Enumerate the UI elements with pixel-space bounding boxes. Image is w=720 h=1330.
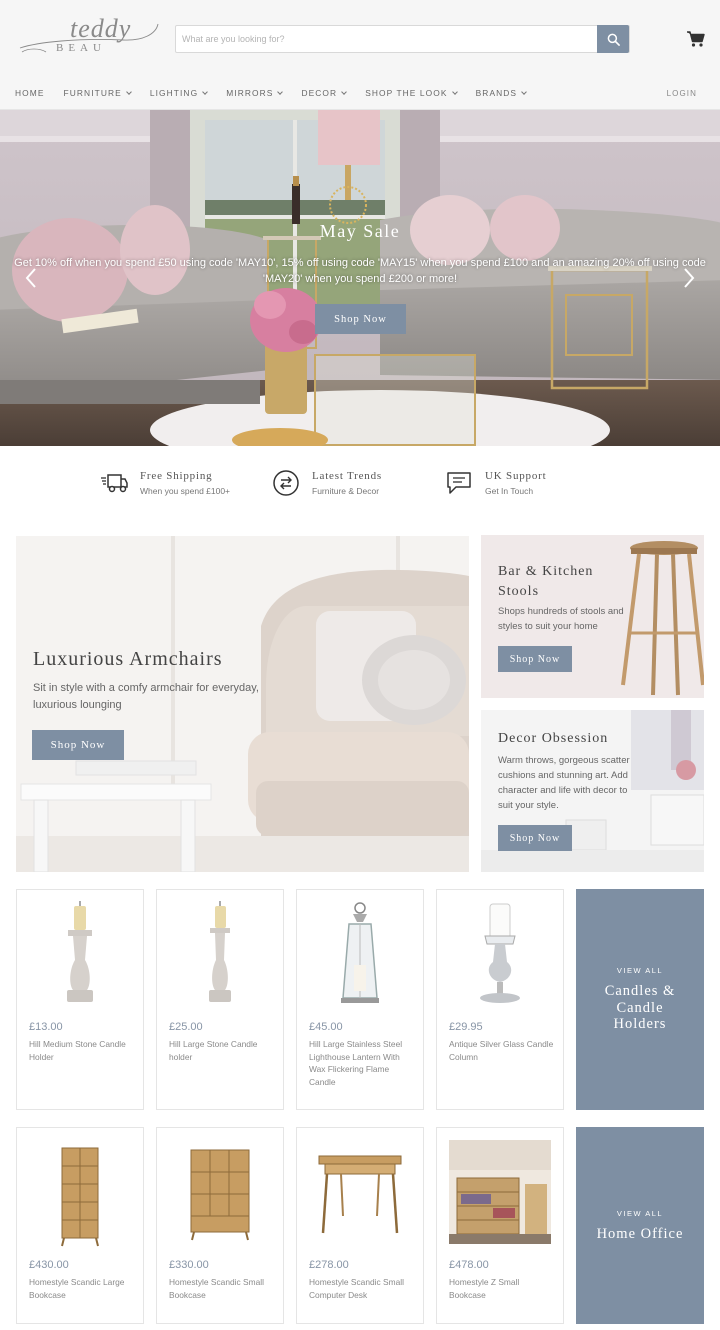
nav-item-lighting[interactable]: LIGHTING xyxy=(149,88,209,98)
product-price: £430.00 xyxy=(29,1259,69,1271)
chat-bubble-icon xyxy=(447,472,471,494)
view-all-label: VIEW ALL xyxy=(616,966,664,976)
product-price: £330.00 xyxy=(169,1259,209,1271)
bookcase-image xyxy=(190,1149,250,1241)
search-bar xyxy=(175,25,630,53)
product-card[interactable]: £45.00 Hill Large Stainless Steel Lighth… xyxy=(296,889,424,1110)
product-price: £45.00 xyxy=(309,1021,343,1033)
promo-text: Warm throws, gorgeous scatter cushions a… xyxy=(498,755,630,811)
promo-text: Sit in style with a comfy armchair for e… xyxy=(33,682,259,711)
nav-item-label: DECOR xyxy=(301,88,338,98)
search-button[interactable] xyxy=(597,25,629,53)
stone-candle-holder-image xyxy=(67,901,93,1002)
product-card[interactable]: £29.95 Antique Silver Glass Candle Colum… xyxy=(436,889,564,1110)
view-all-category: Candles & Candle Holders xyxy=(604,983,676,1033)
feature-title: Latest Trends xyxy=(312,470,382,482)
nav-item-label: MIRRORS xyxy=(226,88,274,98)
promo-shop-now-button[interactable]: Shop Now xyxy=(498,646,572,672)
view-all-home-office-button[interactable]: VIEW ALL Home Office xyxy=(576,1127,704,1324)
product-price: £13.00 xyxy=(29,1021,63,1033)
product-card[interactable]: £478.00 Homestyle Z Small Bookcase xyxy=(436,1127,564,1324)
promo-bar-stools[interactable]: Bar & Kitchen Stools Shops hundreds of s… xyxy=(481,535,704,698)
product-card[interactable]: £13.00 Hill Medium Stone Candle Holder xyxy=(16,889,144,1110)
chevron-left-icon xyxy=(25,268,36,288)
product-name: Homestyle Scandic Small Computer Desk xyxy=(309,1277,404,1300)
product-name: Homestyle Scandic Large Bookcase xyxy=(29,1277,125,1300)
product-name: Hill Large Stainless Steel Lighthouse La… xyxy=(309,1039,403,1087)
view-all-category: Home Office xyxy=(596,1225,684,1242)
product-card[interactable]: £278.00 Homestyle Scandic Small Computer… xyxy=(296,1127,424,1324)
view-all-label: VIEW ALL xyxy=(616,1208,664,1218)
product-price: £478.00 xyxy=(449,1259,489,1271)
stone-candle-holder-image xyxy=(209,901,231,1002)
feature-title: Free Shipping xyxy=(140,470,213,482)
chevron-down-icon xyxy=(451,88,458,95)
promo-armchairs[interactable]: Luxurious Armchairs Sit in style with a … xyxy=(16,536,469,872)
brand-logo[interactable]: teddy BEAU xyxy=(18,14,163,62)
product-card[interactable]: £430.00 Homestyle Scandic Large Bookcase xyxy=(16,1127,144,1324)
nav-item-label: LIGHTING xyxy=(149,88,199,98)
delivery-truck-icon xyxy=(101,474,128,493)
feature-uk-support: UK Support Get In Touch xyxy=(445,466,546,500)
nav-item-label: BRANDS xyxy=(475,88,518,98)
cart-icon[interactable] xyxy=(686,30,706,48)
feature-latest-trends: Latest Trends Furniture & Decor xyxy=(272,466,382,500)
trend-arrows-icon xyxy=(273,470,299,496)
feature-subtitle: When you spend £100+ xyxy=(140,486,231,496)
logo-caps: BEAU xyxy=(56,42,106,54)
product-price: £278.00 xyxy=(309,1259,349,1271)
promo-shop-now-button[interactable]: Shop Now xyxy=(498,825,572,851)
view-all-candles-button[interactable]: VIEW ALL Candles & Candle Holders xyxy=(576,889,704,1110)
logo-script: teddy xyxy=(70,14,132,43)
feature-subtitle: Get In Touch xyxy=(485,486,534,496)
promo-title: Luxurious Armchairs xyxy=(33,648,223,670)
product-card[interactable]: £330.00 Homestyle Scandic Small Bookcase xyxy=(156,1127,284,1324)
nav-item-shop-the-look[interactable]: SHOP THE LOOK xyxy=(365,88,458,98)
silver-candle-column-image xyxy=(480,903,520,1003)
nav-item-label: FURNITURE xyxy=(63,88,122,98)
promo-title: Bar & Kitchen Stools xyxy=(498,564,594,599)
product-name: Hill Medium Stone Candle Holder xyxy=(29,1039,126,1062)
promo-title: Decor Obsession xyxy=(498,731,609,746)
login-link[interactable]: LOGIN xyxy=(667,89,697,98)
chevron-down-icon xyxy=(521,88,527,95)
feature-subtitle: Furniture & Decor xyxy=(312,486,380,496)
main-nav: HOME FURNITURE LIGHTING MIRRORS DECOR SHOP TH… xyxy=(15,86,715,100)
chevron-down-icon xyxy=(202,88,209,95)
promo-decor[interactable]: Decor Obsession Warm throws, gorgeous sc… xyxy=(481,710,704,872)
chevron-down-icon xyxy=(277,88,284,95)
z-bookcase-room-image xyxy=(449,1140,551,1244)
chevron-down-icon xyxy=(125,88,132,95)
feature-free-shipping: Free Shipping When you spend £100+ xyxy=(100,466,230,500)
product-name: Hill Large Stone Candle holder xyxy=(169,1039,258,1062)
product-name: Homestyle Scandic Small Bookcase xyxy=(169,1277,264,1300)
promo-text: Shops hundreds of stools and styles to s… xyxy=(498,606,624,632)
chevron-right-icon xyxy=(684,268,695,288)
hero-shop-now-button[interactable]: Shop Now xyxy=(315,304,406,334)
nav-item-furniture[interactable]: FURNITURE xyxy=(63,88,132,98)
nav-item-mirrors[interactable]: MIRRORS xyxy=(226,88,284,98)
hero-text: Get 10% off when you spend £50 using cod… xyxy=(14,257,706,285)
search-icon xyxy=(607,33,620,46)
feature-title: UK Support xyxy=(485,470,547,482)
product-price: £29.95 xyxy=(449,1021,483,1033)
product-card[interactable]: £25.00 Hill Large Stone Candle holder xyxy=(156,889,284,1110)
nav-item-label: SHOP THE LOOK xyxy=(365,88,448,98)
computer-desk-image xyxy=(318,1155,402,1234)
hero-title: May Sale xyxy=(319,221,401,241)
hero-prev-arrow[interactable] xyxy=(20,263,42,293)
product-price: £25.00 xyxy=(169,1021,203,1033)
nav-item-home[interactable]: HOME xyxy=(15,88,45,98)
product-name: Homestyle Z Small Bookcase xyxy=(449,1277,520,1300)
search-input[interactable] xyxy=(176,26,598,52)
nav-item-brands[interactable]: BRANDS xyxy=(476,88,527,98)
nav-item-decor[interactable]: DECOR xyxy=(301,88,348,98)
hero-next-arrow[interactable] xyxy=(678,263,700,293)
chevron-down-icon xyxy=(341,88,348,95)
bookcase-image xyxy=(61,1147,99,1247)
product-name: Antique Silver Glass Candle Column xyxy=(449,1039,554,1062)
lantern-image xyxy=(341,902,379,1003)
nav-item-label: HOME xyxy=(15,88,45,98)
promo-shop-now-button[interactable]: Shop Now xyxy=(32,730,124,760)
